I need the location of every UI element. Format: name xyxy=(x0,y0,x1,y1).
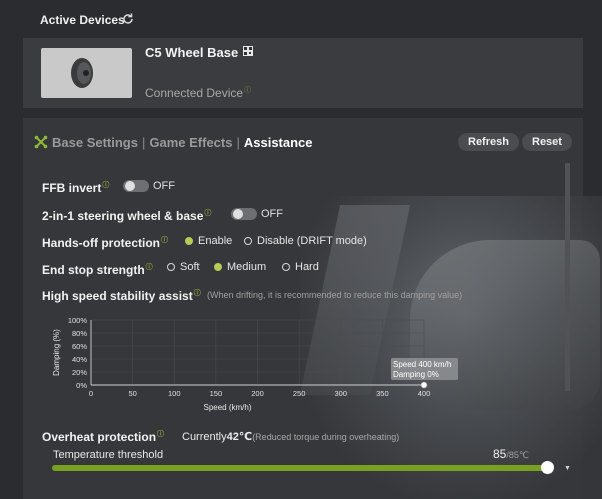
info-icon[interactable]: ⓘ xyxy=(102,182,109,189)
tab-assistance[interactable]: Assistance xyxy=(244,135,313,150)
ffb-invert-value: OFF xyxy=(153,180,175,192)
temperature-threshold-value: 85/85℃ xyxy=(493,447,529,461)
hands-off-disable-label[interactable]: Disable (DRIFT mode) xyxy=(257,235,367,247)
y-axis-label: Damping (%) xyxy=(52,329,61,376)
x-tick-label: 400 xyxy=(418,389,431,398)
ffb-invert-label: FFB invertⓘ xyxy=(42,181,110,195)
tab-game-effects[interactable]: Game Effects xyxy=(149,135,232,150)
reset-button[interactable]: Reset xyxy=(522,133,572,151)
refresh-icon[interactable] xyxy=(121,12,135,26)
overheat-note: (Reduced torque during overheating) xyxy=(252,432,400,442)
y-tick-label: 40% xyxy=(72,355,87,364)
device-name: C5 Wheel Base xyxy=(145,45,239,60)
chevron-down-icon[interactable]: ▼ xyxy=(564,465,571,472)
info-icon[interactable]: ⓘ xyxy=(146,264,153,271)
page-title: Active Devices xyxy=(40,13,125,27)
ffb-invert-toggle[interactable] xyxy=(123,180,149,192)
x-axis-label: Speed (km/h) xyxy=(203,403,251,412)
temperature-slider-thumb[interactable] xyxy=(541,461,554,474)
x-tick-label: 100 xyxy=(168,389,181,398)
info-icon[interactable]: ⓘ xyxy=(204,210,211,217)
tab-base-settings[interactable]: Base Settings xyxy=(52,135,138,150)
tab-bar: Base Settings | Game Effects | Assistance xyxy=(34,135,313,150)
info-icon[interactable]: ⓘ xyxy=(244,87,251,94)
y-tick-label: 60% xyxy=(72,342,87,351)
info-icon[interactable]: ⓘ xyxy=(194,290,201,297)
hands-off-enable-label[interactable]: Enable xyxy=(198,235,232,247)
end-stop-hard-radio[interactable] xyxy=(282,263,290,271)
high-speed-hint: (When drifting, it is recommended to red… xyxy=(207,290,463,300)
x-tick-label: 50 xyxy=(128,389,136,398)
info-icon[interactable]: ⓘ xyxy=(157,431,164,438)
overheat-label: Overheat protectionⓘ xyxy=(42,430,165,444)
damping-chart[interactable]: 0% 20% 40% 60% 80% 100% 0 50 100 150 200 250 300 350 4… xyxy=(40,312,470,418)
end-stop-soft-label[interactable]: Soft xyxy=(180,261,200,273)
two-in-one-label: 2-in-1 steering wheel & baseⓘ xyxy=(42,209,212,223)
data-point xyxy=(420,381,428,389)
x-tick-label: 250 xyxy=(293,389,306,398)
end-stop-label: End stop strengthⓘ xyxy=(42,263,153,277)
x-tick-label: 350 xyxy=(376,389,389,398)
tab-separator: | xyxy=(141,135,146,150)
y-tick-label: 0% xyxy=(76,381,87,390)
hands-off-label: Hands-off protectionⓘ xyxy=(42,236,168,250)
overheat-current: Currently42℃(Reduced torque during overh… xyxy=(182,431,400,443)
end-stop-hard-label[interactable]: Hard xyxy=(295,261,319,273)
tooltip-speed: Speed 400 km/h xyxy=(393,360,451,369)
tooltip-damping: Damping 0% xyxy=(393,370,439,379)
temperature-slider-fill xyxy=(52,465,548,471)
x-tick-label: 0 xyxy=(89,389,93,398)
device-status: Connected Deviceⓘ xyxy=(145,86,252,100)
two-in-one-value: OFF xyxy=(261,208,283,220)
refresh-button[interactable]: Refresh xyxy=(458,133,519,151)
two-in-one-toggle[interactable] xyxy=(231,208,257,220)
scrollbar[interactable] xyxy=(565,163,570,391)
qr-code-icon[interactable] xyxy=(243,46,253,56)
y-tick-label: 80% xyxy=(72,329,87,338)
high-speed-label: High speed stability assistⓘ xyxy=(42,289,201,303)
tab-separator: | xyxy=(236,135,240,150)
current-temperature: 42℃ xyxy=(226,431,253,443)
hands-off-enable-radio[interactable] xyxy=(185,237,193,245)
device-image xyxy=(41,48,132,98)
settings-cross-icon xyxy=(34,135,48,149)
temperature-threshold-label: Temperature threshold xyxy=(53,449,164,461)
x-tick-label: 150 xyxy=(210,389,223,398)
end-stop-medium-radio[interactable] xyxy=(214,263,222,271)
y-tick-label: 100% xyxy=(68,316,88,325)
x-tick-label: 200 xyxy=(251,389,264,398)
end-stop-medium-label[interactable]: Medium xyxy=(227,261,266,273)
end-stop-soft-radio[interactable] xyxy=(167,263,175,271)
x-tick-label: 300 xyxy=(334,389,347,398)
y-tick-label: 20% xyxy=(72,368,87,377)
hands-off-disable-radio[interactable] xyxy=(244,237,252,245)
info-icon[interactable]: ⓘ xyxy=(161,237,168,244)
